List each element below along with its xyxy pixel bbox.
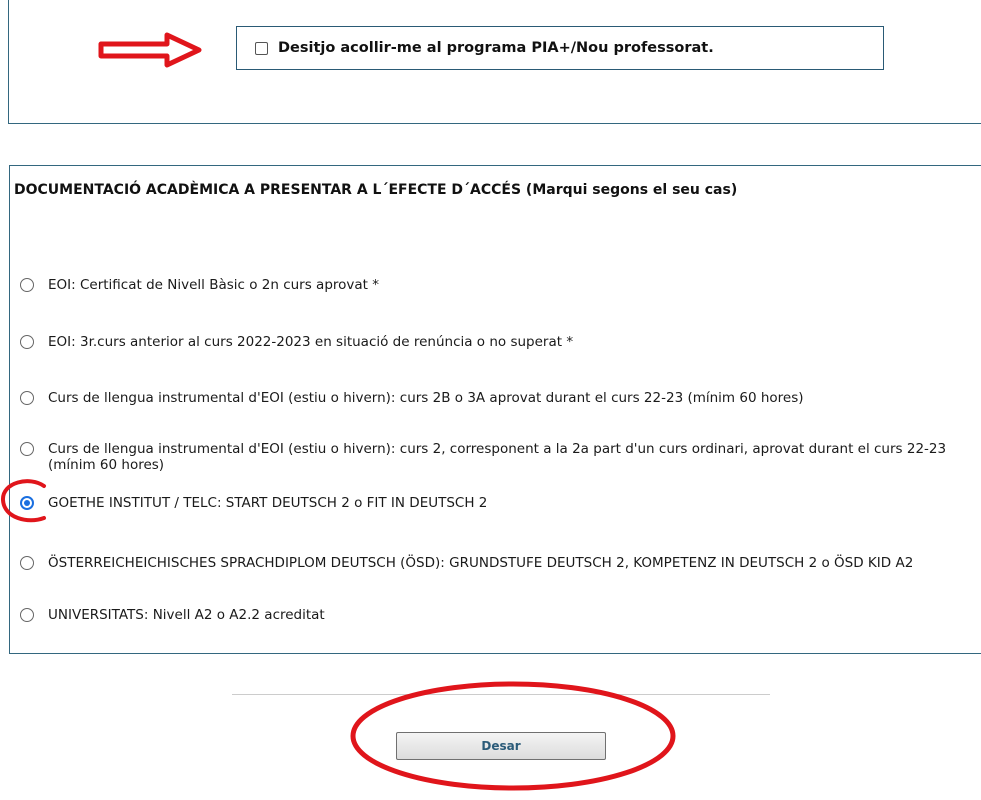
radio-button[interactable]: [20, 335, 34, 349]
option-label: Curs de llengua instrumental d'EOI (esti…: [48, 390, 804, 406]
pia-option-box[interactable]: Desitjo acollir-me al programa PIA+/Nou …: [236, 26, 884, 70]
option-label: ÖSTERREICHEICHISCHES SPRACHDIPLOM DEUTSC…: [48, 555, 914, 571]
option-label: EOI: Certificat de Nivell Bàsic o 2n cur…: [48, 277, 380, 293]
doc-option-osd[interactable]: ÖSTERREICHEICHISCHES SPRACHDIPLOM DEUTSC…: [20, 555, 970, 571]
radio-button[interactable]: [20, 278, 34, 292]
doc-option-eoi-basic[interactable]: EOI: Certificat de Nivell Bàsic o 2n cur…: [20, 277, 970, 293]
save-button[interactable]: Desar: [396, 732, 606, 760]
doc-option-universitats[interactable]: UNIVERSITATS: Nivell A2 o A2.2 acreditat: [20, 607, 970, 623]
option-label: Curs de llengua instrumental d'EOI (esti…: [48, 441, 947, 473]
option-label: UNIVERSITATS: Nivell A2 o A2.2 acreditat: [48, 607, 325, 623]
radio-button[interactable]: [20, 442, 34, 456]
doc-option-goethe[interactable]: GOETHE INSTITUT / TELC: START DEUTSCH 2 …: [20, 495, 970, 511]
doc-option-curs-2b-3a[interactable]: Curs de llengua instrumental d'EOI (esti…: [20, 390, 970, 406]
radio-button[interactable]: [20, 391, 34, 405]
documentation-title: DOCUMENTACIÓ ACADÈMICA A PRESENTAR A L´E…: [14, 182, 738, 198]
documentation-panel: [9, 165, 981, 654]
radio-button-selected[interactable]: [20, 496, 34, 510]
radio-button[interactable]: [20, 556, 34, 570]
doc-option-curs-2[interactable]: Curs de llengua instrumental d'EOI (esti…: [20, 441, 970, 473]
red-arrow-annotation: [98, 32, 202, 68]
doc-option-eoi-3r[interactable]: EOI: 3r.curs anterior al curs 2022-2023 …: [20, 334, 970, 350]
pia-checkbox[interactable]: [255, 41, 268, 55]
separator-line: [232, 694, 770, 695]
option-label: EOI: 3r.curs anterior al curs 2022-2023 …: [48, 334, 574, 350]
radio-button[interactable]: [20, 608, 34, 622]
option-label: GOETHE INSTITUT / TELC: START DEUTSCH 2 …: [48, 495, 488, 511]
pia-checkbox-label: Desitjo acollir-me al programa PIA+/Nou …: [278, 40, 714, 56]
